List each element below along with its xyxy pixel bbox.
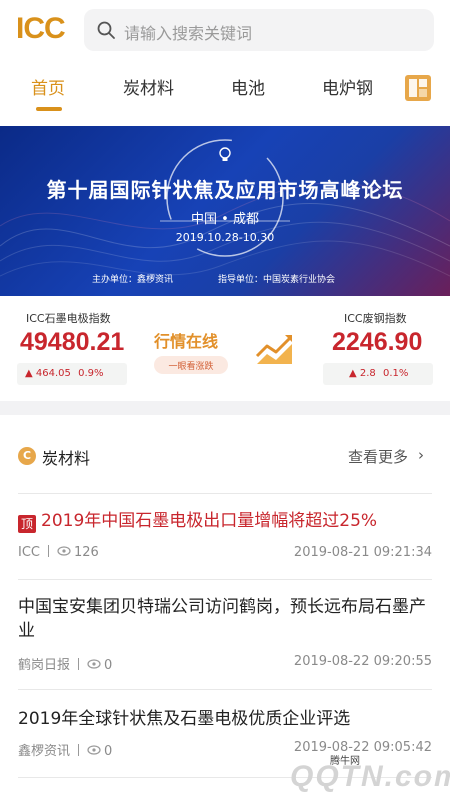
article-meta: 鹤岗日报 0 — [18, 654, 112, 673]
chevron-right-icon[interactable]: › — [418, 446, 424, 464]
scrap-index-value[interactable]: 2246.90 — [332, 328, 422, 357]
graphite-change-pct: 0.9% — [78, 368, 104, 379]
article-meta: 鑫椤资讯 0 — [18, 740, 112, 759]
article-source: 鑫椤资讯 — [18, 744, 71, 759]
scrap-change-amount: 2.8 — [359, 368, 376, 379]
article-views: 0 — [104, 658, 113, 673]
graphite-index-value[interactable]: 49480.21 — [20, 328, 124, 357]
watermark-logo: QQTN.com — [290, 760, 450, 793]
market-online-subtitle[interactable]: 一眼看涨跌 — [154, 356, 228, 374]
up-arrow-icon: ▲ — [25, 368, 33, 379]
article-title[interactable]: 2019年全球针状焦及石墨电极优质企业评选 — [18, 707, 432, 731]
graphite-change-amount: 464.05 — [35, 368, 71, 379]
top-header: ICC 请输入搜索关键词 — [0, 0, 450, 60]
article-time: 2019-08-22 09:20:55 — [293, 654, 432, 669]
article-title-text: 2019年中国石墨电极出口量增幅将超过25% — [41, 511, 378, 531]
list-item[interactable]: 顶 2019年中国石墨电极出口量增幅将超过25% ICC 126 2019-08-2… — [0, 493, 450, 579]
graphite-index-change: ▲ 464.05 0.9% — [17, 363, 127, 385]
banner-guide-unit: 指导单位：中国炭素行业协会 — [218, 275, 336, 285]
banner-location: 中国 • 成都 — [191, 212, 259, 227]
watermark-site: 腾牛网 — [330, 756, 360, 767]
tab-electric-furnace-steel[interactable]: 电炉钢 — [322, 74, 373, 99]
tab-home[interactable]: 首页 — [31, 74, 65, 99]
icc-logo[interactable]: ICC — [16, 12, 66, 46]
carbon-category-icon: C — [18, 447, 36, 465]
app-root: ICC 请输入搜索关键词 首页 炭材料 电池 电炉钢 第十届国际针状焦及应用市场… — [0, 0, 450, 800]
search-icon — [97, 21, 115, 39]
banner-organizer: 主办单位：鑫椤资讯 — [92, 275, 174, 285]
search-input[interactable]: 请输入搜索关键词 — [124, 20, 252, 44]
article-meta: ICC 126 — [18, 545, 99, 560]
article-time: 2019-08-21 09:21:34 — [293, 545, 432, 560]
banner-title: 第十届国际针状焦及应用市场高峰论坛 — [46, 178, 404, 202]
list-item[interactable]: 中国宝安集团贝特瑞公司访问鹤岗，预长远布局石墨产业 鹤岗日报 0 2019-08-… — [0, 579, 450, 689]
tab-carbon-materials[interactable]: 炭材料 — [123, 74, 174, 99]
section-title: 炭材料 — [42, 449, 91, 468]
article-time: 2019-08-22 09:05:42 — [293, 740, 432, 755]
active-tab-indicator — [36, 107, 62, 111]
view-more-link[interactable]: 查看更多 — [348, 446, 408, 467]
article-views: 0 — [104, 744, 113, 759]
search-bar[interactable]: 请输入搜索关键词 — [84, 9, 434, 51]
article-title[interactable]: 顶 2019年中国石墨电极出口量增幅将超过25% — [18, 509, 432, 533]
article-source: ICC — [18, 545, 40, 560]
lightbulb-icon — [219, 147, 231, 161]
list-divider — [18, 493, 432, 494]
article-source: 鹤岗日报 — [18, 658, 71, 673]
list-divider — [18, 579, 432, 580]
pinned-badge: 顶 — [18, 515, 36, 533]
eye-icon — [87, 745, 101, 755]
category-menu-icon[interactable] — [405, 75, 431, 101]
banner-date: 2019.10.28-10.30 — [175, 231, 275, 244]
market-online-title[interactable]: 行情在线 — [154, 328, 218, 352]
event-banner[interactable]: 第十届国际针状焦及应用市场高峰论坛 中国 • 成都 2019.10.28-10.… — [0, 126, 450, 296]
up-arrow-icon: ▲ — [349, 368, 357, 379]
scrap-index-change: ▲ 2.8 0.1% — [323, 363, 433, 385]
eye-icon — [87, 659, 101, 669]
price-index-panel: ICC石墨电极指数 49480.21 ▲ 464.05 0.9% 行情在线 一眼… — [0, 296, 450, 396]
trend-chart-icon[interactable] — [254, 330, 296, 366]
article-title[interactable]: 中国宝安集团贝特瑞公司访问鹤岗，预长远布局石墨产业 — [18, 595, 432, 643]
tab-battery[interactable]: 电池 — [231, 74, 265, 99]
graphite-index-label: ICC石墨电极指数 — [26, 312, 111, 325]
category-tabs: 首页 炭材料 电池 电炉钢 — [0, 62, 450, 116]
list-divider — [18, 689, 432, 690]
section-divider — [0, 401, 450, 415]
eye-icon — [57, 546, 71, 556]
article-views: 126 — [74, 545, 99, 560]
scrap-change-pct: 0.1% — [382, 368, 409, 379]
scrap-index-label: ICC废钢指数 — [344, 312, 407, 325]
section-header: C 炭材料 查看更多 › — [0, 432, 450, 472]
